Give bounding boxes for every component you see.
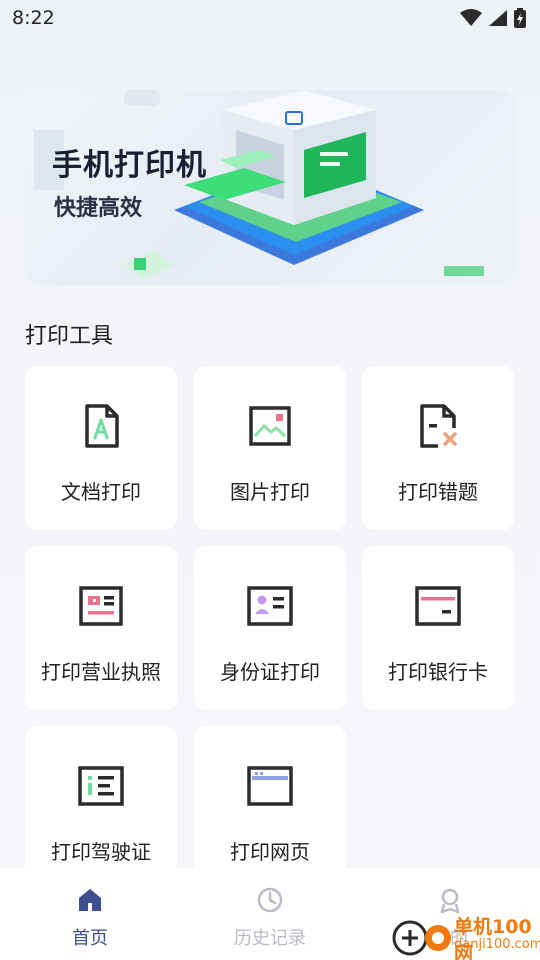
promo-banner[interactable]: 手机打印机 快捷高效 [24, 90, 516, 285]
watermark-logo: 单机100网 danji100.com [392, 910, 540, 960]
home-icon [79, 889, 101, 911]
driver-license-icon [78, 766, 124, 806]
status-time: 8:22 [12, 7, 55, 29]
tool-label: 打印网页 [230, 840, 310, 864]
status-icons [460, 8, 526, 28]
tool-label: 身份证打印 [220, 660, 320, 684]
tool-label: 图片打印 [230, 480, 310, 504]
battery-icon [514, 8, 526, 28]
tool-card-webpage[interactable]: 打印网页 [194, 726, 346, 890]
watermark-text: 单机100网 [454, 916, 532, 960]
document-icon [85, 404, 119, 448]
webpage-icon [247, 766, 293, 806]
nav-item-home[interactable]: 首页 [0, 868, 180, 960]
watermark-url: danji100.com [454, 937, 540, 952]
tool-card-driver-license[interactable]: 打印驾驶证 [25, 726, 177, 890]
nav-label: 历史记录 [234, 928, 306, 949]
tool-label: 打印银行卡 [388, 660, 488, 684]
clock-icon [257, 887, 283, 913]
signal-icon [489, 10, 507, 26]
section-title: 打印工具 [25, 324, 114, 349]
tool-card-bank-card[interactable]: 打印银行卡 [362, 546, 514, 710]
tool-card-business-license[interactable]: 打印营业执照 [25, 546, 177, 710]
status-bar: 8:22 [0, 0, 540, 36]
business-license-icon [79, 586, 123, 626]
tool-card-wrong-question[interactable]: 打印错题 [362, 366, 514, 530]
nav-item-history[interactable]: 历史记录 [180, 868, 360, 960]
tool-card-id-card[interactable]: 身份证打印 [194, 546, 346, 710]
printer-illustration [34, 90, 484, 280]
image-icon [249, 406, 291, 446]
watermark-icon [392, 920, 451, 956]
tool-label: 文档打印 [61, 480, 141, 504]
nav-label: 首页 [72, 928, 108, 949]
tool-card-document[interactable]: 文档打印 [25, 366, 177, 530]
tool-label: 打印驾驶证 [51, 840, 151, 864]
banner-title: 手机打印机 [52, 148, 207, 183]
bank-card-icon [415, 586, 461, 626]
wrong-question-icon [420, 404, 457, 448]
banner-subtitle: 快捷高效 [54, 196, 143, 221]
wifi-icon [460, 9, 482, 26]
tool-card-image[interactable]: 图片打印 [194, 366, 346, 530]
id-card-icon [247, 586, 293, 626]
tool-label: 打印错题 [398, 480, 478, 504]
tool-label: 打印营业执照 [41, 660, 161, 684]
